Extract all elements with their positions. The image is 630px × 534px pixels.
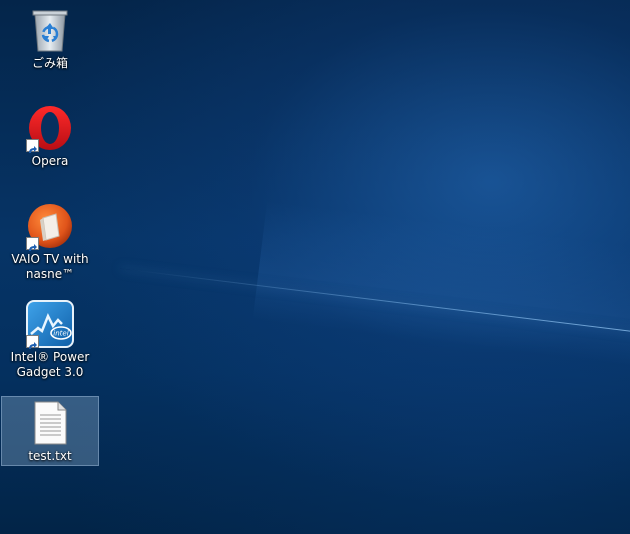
text-file-icon [26, 399, 74, 447]
desktop-icon-test-txt[interactable]: test.txt [1, 396, 99, 466]
desktop-icon-intel-power-gadget[interactable]: intel Intel® Power Gadget 3.0 [2, 296, 98, 386]
opera-icon [26, 104, 74, 153]
shortcut-arrow-icon [26, 335, 39, 349]
shortcut-arrow-icon [26, 139, 39, 153]
desktop-icon-vaio-tv[interactable]: VAIO TV with nasne™ [2, 198, 98, 288]
desktop-icon-label: ごみ箱 [31, 56, 68, 70]
desktop-icon-label: test.txt [28, 449, 72, 463]
shortcut-arrow-icon [26, 237, 39, 251]
vaio-tv-icon [26, 202, 74, 251]
desktop-icon-label: Opera [31, 154, 69, 168]
intel-power-gadget-icon: intel [26, 300, 74, 349]
desktop-icon-label: Intel® Power Gadget 3.0 [10, 350, 90, 379]
recycle-bin-icon [26, 6, 74, 54]
desktop[interactable]: ごみ箱 Opera VAIO TV with nasne™ intel Inte… [0, 0, 630, 534]
desktop-icon-recycle-bin[interactable]: ごみ箱 [2, 2, 98, 78]
svg-text:intel: intel [53, 330, 68, 338]
desktop-icon-opera[interactable]: Opera [2, 100, 98, 176]
desktop-icon-label: VAIO TV with nasne™ [11, 252, 89, 281]
